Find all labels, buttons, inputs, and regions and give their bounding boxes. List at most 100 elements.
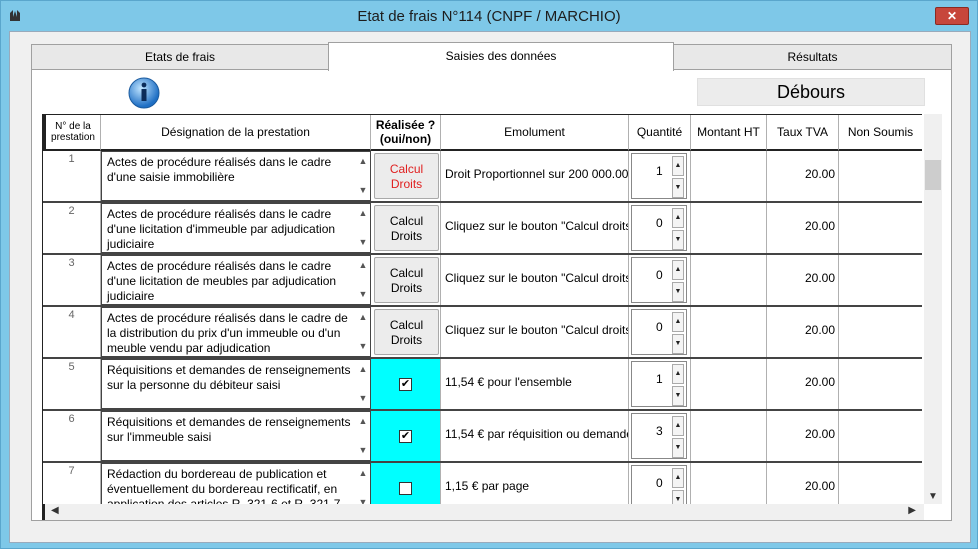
stepper-down-icon[interactable]: ▼ xyxy=(672,386,684,406)
stepper-up-icon[interactable]: ▲ xyxy=(672,208,684,228)
table-row: 4 Actes de procédure réalisés dans le ca… xyxy=(43,307,922,359)
quantity-stepper[interactable]: 0 ▲ ▼ xyxy=(631,257,687,303)
quantity-value[interactable]: 0 xyxy=(656,320,663,334)
quantity-value[interactable]: 0 xyxy=(656,268,663,282)
scroll-up-icon[interactable]: ▲ xyxy=(356,206,370,221)
taux-tva-cell[interactable]: 20.00 xyxy=(767,203,839,253)
data-entry-panel: Débours N° de la prestation Désignation … xyxy=(31,69,952,521)
scroll-down-icon[interactable]: ▼ xyxy=(356,495,370,504)
calcul-droits-button[interactable]: Calcul Droits xyxy=(374,309,439,355)
stepper-up-icon[interactable]: ▲ xyxy=(672,312,684,332)
scroll-down-icon[interactable]: ▼ xyxy=(356,235,370,250)
non-soumis-cell[interactable] xyxy=(839,359,922,409)
stepper-down-icon[interactable]: ▼ xyxy=(672,490,684,504)
scroll-right-icon[interactable]: ▶ xyxy=(908,505,916,516)
quantity-value[interactable]: 0 xyxy=(656,216,663,230)
non-soumis-cell[interactable] xyxy=(839,307,922,357)
stepper-up-icon[interactable]: ▲ xyxy=(672,260,684,280)
designation-scrollbar[interactable]: ▲ ▼ xyxy=(356,464,370,504)
montant-ht-cell[interactable] xyxy=(691,151,767,201)
designation-field[interactable]: Rédaction du bordereau de publication et… xyxy=(101,463,371,504)
non-soumis-cell[interactable] xyxy=(839,255,922,305)
montant-ht-cell[interactable] xyxy=(691,307,767,357)
designation-field[interactable]: Actes de procédure réalisés dans le cadr… xyxy=(101,307,371,357)
designation-field[interactable]: Réquisitions et demandes de renseignemen… xyxy=(101,359,371,409)
scroll-down-icon[interactable]: ▼ xyxy=(356,287,370,302)
scroll-up-icon[interactable]: ▲ xyxy=(356,258,370,273)
scroll-up-icon[interactable]: ▲ xyxy=(356,414,370,429)
calcul-droits-button[interactable]: Calcul Droits xyxy=(374,257,439,303)
tab-saisies-des-donnees[interactable]: Saisies des données xyxy=(328,42,674,71)
quantity-stepper[interactable]: 0 ▲ ▼ xyxy=(631,465,687,504)
designation-scrollbar[interactable]: ▲ ▼ xyxy=(356,256,370,304)
quantity-stepper[interactable]: 1 ▲ ▼ xyxy=(631,361,687,407)
scroll-down-icon[interactable]: ▼ xyxy=(356,443,370,458)
scroll-up-icon[interactable]: ▲ xyxy=(356,310,370,325)
taux-tva-cell[interactable]: 20.00 xyxy=(767,463,839,504)
quantity-stepper[interactable]: 0 ▲ ▼ xyxy=(631,205,687,251)
quantity-stepper[interactable]: 3 ▲ ▼ xyxy=(631,413,687,459)
taux-tva-cell[interactable]: 20.00 xyxy=(767,307,839,357)
stepper-up-icon[interactable]: ▲ xyxy=(672,156,684,176)
non-soumis-cell[interactable] xyxy=(839,411,922,461)
taux-tva-cell[interactable]: 20.00 xyxy=(767,411,839,461)
designation-field[interactable]: Actes de procédure réalisés dans le cadr… xyxy=(101,151,371,201)
calcul-droits-button[interactable]: Calcul Droits xyxy=(374,153,439,199)
stepper-up-icon[interactable]: ▲ xyxy=(672,416,684,436)
tab-resultats[interactable]: Résultats xyxy=(673,44,952,70)
montant-ht-cell[interactable] xyxy=(691,203,767,253)
scroll-left-icon[interactable]: ◀ xyxy=(51,505,59,516)
taux-tva-cell[interactable]: 20.00 xyxy=(767,151,839,201)
stepper-down-icon[interactable]: ▼ xyxy=(672,230,684,250)
scroll-up-icon[interactable]: ▲ xyxy=(356,466,370,481)
scroll-down-icon[interactable]: ▼ xyxy=(356,183,370,198)
info-icon[interactable] xyxy=(127,76,161,110)
non-soumis-cell[interactable] xyxy=(839,151,922,201)
stepper-down-icon[interactable]: ▼ xyxy=(672,282,684,302)
calcul-droits-button[interactable]: Calcul Droits xyxy=(374,205,439,251)
row-number: 2 xyxy=(43,203,101,253)
montant-ht-cell[interactable] xyxy=(691,463,767,504)
taux-tva-cell[interactable]: 20.00 xyxy=(767,255,839,305)
stepper-up-icon[interactable]: ▲ xyxy=(672,468,684,488)
quantity-value[interactable]: 1 xyxy=(656,164,663,178)
quantite-cell: 1 ▲ ▼ xyxy=(629,151,691,201)
stepper-down-icon[interactable]: ▼ xyxy=(672,334,684,354)
designation-scrollbar[interactable]: ▲ ▼ xyxy=(356,204,370,252)
montant-ht-cell[interactable] xyxy=(691,255,767,305)
designation-field[interactable]: Réquisitions et demandes de renseignemen… xyxy=(101,411,371,461)
non-soumis-cell[interactable] xyxy=(839,203,922,253)
montant-ht-cell[interactable] xyxy=(691,359,767,409)
tab-etats-de-frais[interactable]: Etats de frais xyxy=(31,44,329,70)
realisee-checkbox[interactable]: ✔ xyxy=(399,378,412,391)
vertical-scrollbar[interactable]: ▼ xyxy=(924,114,942,504)
quantity-value[interactable]: 1 xyxy=(656,372,663,386)
scroll-down-icon[interactable]: ▼ xyxy=(356,391,370,406)
quantity-value[interactable]: 3 xyxy=(656,424,663,438)
montant-ht-cell[interactable] xyxy=(691,411,767,461)
scroll-down-icon[interactable]: ▼ xyxy=(356,339,370,354)
taux-tva-cell[interactable]: 20.00 xyxy=(767,359,839,409)
designation-scrollbar[interactable]: ▲ ▼ xyxy=(356,412,370,460)
realisee-checkbox[interactable]: ✔ xyxy=(399,430,412,443)
stepper-down-icon[interactable]: ▼ xyxy=(672,438,684,458)
stepper-down-icon[interactable]: ▼ xyxy=(672,178,684,198)
non-soumis-cell[interactable] xyxy=(839,463,922,504)
scroll-up-icon[interactable]: ▲ xyxy=(356,362,370,377)
quantity-stepper[interactable]: 1 ▲ ▼ xyxy=(631,153,687,199)
designation-scrollbar[interactable]: ▲ ▼ xyxy=(356,360,370,408)
designation-field[interactable]: Actes de procédure réalisés dans le cadr… xyxy=(101,203,371,253)
designation-scrollbar[interactable]: ▲ ▼ xyxy=(356,308,370,356)
designation-field[interactable]: Actes de procédure réalisés dans le cadr… xyxy=(101,255,371,305)
quantity-value[interactable]: 0 xyxy=(656,476,663,490)
stepper-up-icon[interactable]: ▲ xyxy=(672,364,684,384)
quantity-stepper[interactable]: 0 ▲ ▼ xyxy=(631,309,687,355)
vertical-scroll-thumb[interactable] xyxy=(925,160,941,190)
emolument-cell: Droit Proportionnel sur 200 000.00 xyxy=(441,151,629,201)
designation-scrollbar[interactable]: ▲ ▼ xyxy=(356,152,370,200)
scroll-down-icon[interactable]: ▼ xyxy=(928,491,938,502)
horizontal-scrollbar[interactable]: ◀ ▶ xyxy=(42,504,924,520)
scroll-up-icon[interactable]: ▲ xyxy=(356,154,370,169)
close-button[interactable]: ✕ xyxy=(935,7,969,25)
realisee-checkbox[interactable] xyxy=(399,482,412,495)
